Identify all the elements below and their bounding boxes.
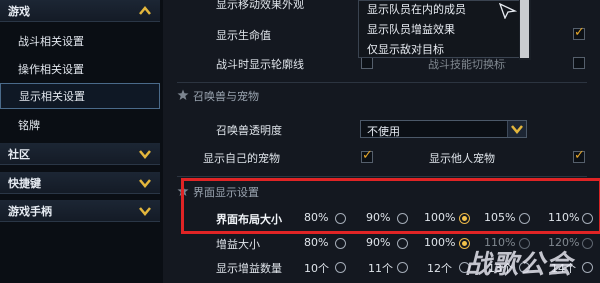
sidebar-category-label: 游戏 <box>8 4 30 18</box>
section-divider <box>177 82 587 83</box>
option-label: 100% <box>424 236 456 249</box>
summon-transparency-dropdown[interactable]: 不使用 <box>360 120 527 138</box>
buff-count-radio[interactable] <box>335 262 346 273</box>
sidebar-category-hotkeys[interactable]: 快捷键 <box>0 172 160 194</box>
option-label: 10个 <box>304 262 329 275</box>
buff-size-radio[interactable] <box>335 238 346 249</box>
star-icon <box>177 89 189 100</box>
setting-label: 战斗时显示轮廓线 <box>216 58 304 71</box>
section-title: 召唤兽与宠物 <box>193 90 259 103</box>
settings-panel: 显示移动效果外观 显示生命值 战斗时显示轮廓线 战斗技能切换标记 ✓ 显示队员在… <box>163 0 600 283</box>
setting-label: 召唤兽透明度 <box>216 124 282 137</box>
sidebar-category-community[interactable]: 社区 <box>0 143 160 165</box>
option-label: 90% <box>366 236 391 249</box>
dropdown-option[interactable]: 显示队员增益效果 <box>367 21 455 37</box>
highlight-box <box>181 178 600 234</box>
buff-size-radio[interactable] <box>582 238 593 249</box>
chevron-down-icon <box>139 150 151 159</box>
setting-label: 战斗技能切换标记 <box>428 58 516 71</box>
sidebar-category-label: 快捷键 <box>8 176 41 190</box>
right-option-checkbox[interactable]: ✓ <box>573 26 585 40</box>
buff-count-radio[interactable] <box>397 262 408 273</box>
dropdown-option[interactable]: 显示队员在内的成员 <box>367 1 466 17</box>
setting-label: 显示他人宠物 <box>429 152 495 165</box>
setting-label: 显示增益数量 <box>216 262 282 275</box>
show-own-pet-checkbox[interactable]: ✓ <box>361 149 373 163</box>
setting-label: 显示生命值 <box>216 29 271 42</box>
buff-count-radio[interactable] <box>582 262 593 273</box>
outline-checkbox[interactable] <box>361 57 373 69</box>
watermark-logo: 战歌公会 <box>465 250 574 280</box>
scroll-thumb[interactable] <box>520 0 529 58</box>
section-divider <box>177 176 587 177</box>
dropdown-arrow <box>507 121 526 137</box>
option-label: 80% <box>304 236 329 249</box>
sidebar-category-label: 社区 <box>8 147 30 161</box>
sidebar-item-display[interactable]: 显示相关设置 <box>0 83 160 109</box>
sidebar-category-gamepad[interactable]: 游戏手柄 <box>0 200 160 222</box>
sidebar-item-controls[interactable]: 操作相关设置 <box>0 56 160 82</box>
show-other-pet-checkbox[interactable]: ✓ <box>573 149 585 163</box>
setting-label: 显示移动效果外观 <box>216 0 304 11</box>
mouse-cursor-icon <box>499 3 517 19</box>
sidebar-item-label: 铭牌 <box>18 119 40 132</box>
chevron-down-icon <box>139 207 151 216</box>
sidebar-item-nameplate[interactable]: 铭牌 <box>0 112 160 138</box>
dropdown-option[interactable]: 仅显示敌对目标 <box>367 41 444 57</box>
chevron-down-icon <box>511 125 523 134</box>
sidebar-item-label: 战斗相关设置 <box>18 35 84 48</box>
sidebar-item-combat[interactable]: 战斗相关设置 <box>0 28 160 54</box>
right-option-checkbox[interactable] <box>573 57 585 69</box>
settings-sidebar: 游戏 战斗相关设置 操作相关设置 显示相关设置 铭牌 社区 快捷键 游戏手柄 <box>0 0 164 283</box>
dropdown-value: 不使用 <box>367 125 400 138</box>
sidebar-item-label: 显示相关设置 <box>19 90 85 103</box>
sidebar-category-game[interactable]: 游戏 <box>0 0 160 22</box>
setting-label: 显示自己的宠物 <box>203 152 280 165</box>
sidebar-item-label: 操作相关设置 <box>18 63 84 76</box>
buff-size-radio[interactable] <box>397 238 408 249</box>
dropdown-options-list: 显示队员在内的成员 显示队员增益效果 仅显示敌对目标 <box>358 0 520 58</box>
option-label: 11个 <box>368 262 393 275</box>
chevron-down-icon <box>139 179 151 188</box>
chevron-up-icon <box>139 6 151 15</box>
option-label: 12个 <box>427 262 452 275</box>
setting-label: 增益大小 <box>216 238 260 251</box>
sidebar-category-label: 游戏手柄 <box>8 204 52 218</box>
